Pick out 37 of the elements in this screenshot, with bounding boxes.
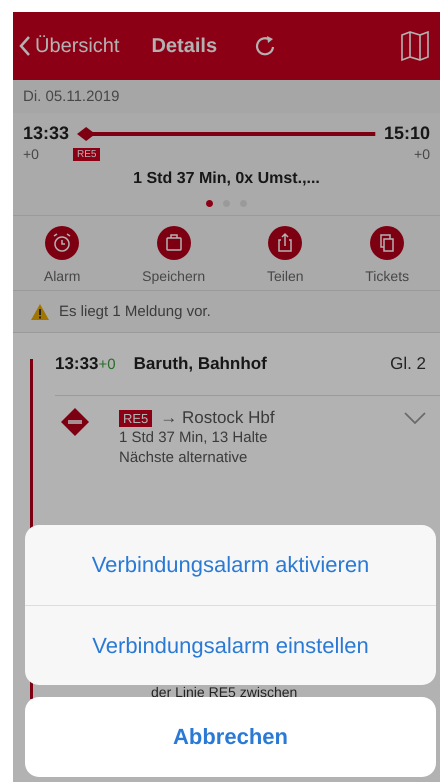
back-icon — [19, 35, 31, 57]
map-icon[interactable] — [400, 30, 430, 62]
leg-info: 1 Std 37 Min, 13 Halte — [119, 428, 268, 448]
notice-text[interactable]: Es liegt 1 Meldung vor. — [59, 303, 211, 320]
cancel-button[interactable]: Abbrechen — [25, 697, 436, 777]
duration-text: 1 Std 37 Min, 0x Umst.,... — [132, 170, 321, 188]
line-badge: RE5 — [119, 410, 152, 426]
platform-label: Gl. 2 — [390, 354, 426, 374]
stop-time: 13:33 — [55, 354, 98, 374]
warning-icon — [31, 304, 49, 320]
action-label[interactable]: Alarm — [44, 268, 80, 284]
departure-delay: +0 — [23, 146, 40, 162]
alarm-clock-icon[interactable] — [45, 226, 80, 260]
action-label[interactable]: Speichern — [142, 268, 206, 284]
arrival-time: 15:10 — [384, 123, 430, 144]
departure-time: 13:33 — [23, 123, 70, 144]
share-icon[interactable] — [268, 226, 302, 260]
stop-name: Baruth, Bahnhof — [134, 354, 267, 374]
action-label[interactable]: Tickets — [365, 268, 410, 284]
tickets-icon[interactable] — [370, 226, 404, 260]
date-label: Di. 05.11.2019 — [23, 88, 120, 105]
line-badge: RE5 — [73, 148, 100, 160]
remark-text: der Linie RE5 zwischen — [151, 686, 298, 699]
arrival-delay: +0 — [413, 146, 430, 162]
nav-title: Details — [151, 34, 218, 58]
stop-delay: +0 — [98, 356, 116, 372]
back-button[interactable]: Übersicht — [19, 34, 120, 58]
alternative-text: Nächste alternative — [119, 448, 248, 468]
sheet-option[interactable]: Verbindungsalarm aktivieren — [25, 525, 436, 605]
chevron-down-icon[interactable] — [404, 412, 426, 424]
back-label: Übersicht — [35, 34, 120, 58]
train-logo-icon — [61, 408, 89, 436]
sheet-option[interactable]: Verbindungsalarm einstellen — [25, 605, 436, 685]
direction-text: → Rostock Hbf — [160, 408, 275, 428]
page-dot[interactable] — [206, 200, 213, 207]
action-label[interactable]: Teilen — [266, 268, 304, 284]
briefcase-icon[interactable] — [156, 226, 191, 260]
